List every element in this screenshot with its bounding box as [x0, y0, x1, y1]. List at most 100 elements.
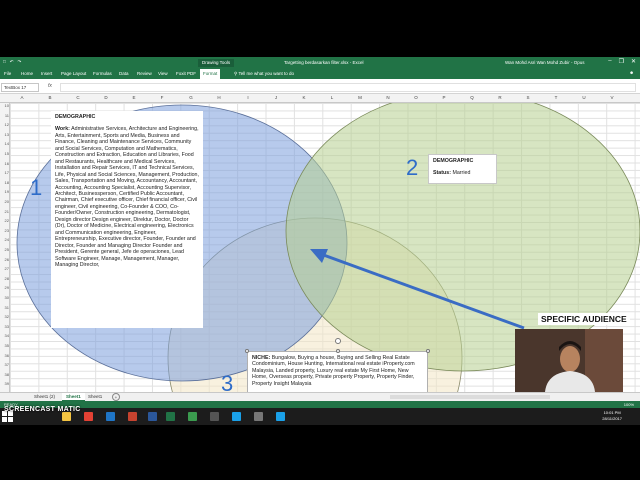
column-header[interactable]: H — [209, 95, 229, 100]
row-header[interactable]: 24 — [0, 237, 9, 242]
row-header[interactable]: 31 — [0, 305, 9, 310]
skype-icon[interactable] — [276, 412, 285, 421]
row-header[interactable]: 25 — [0, 247, 9, 252]
row-header[interactable]: 11 — [0, 113, 9, 118]
skype-icon[interactable] — [232, 412, 241, 421]
column-header[interactable]: D — [96, 95, 116, 100]
row-header[interactable]: 20 — [0, 199, 9, 204]
column-header[interactable]: P — [434, 95, 454, 100]
app-icon[interactable] — [210, 412, 219, 421]
fx-icon[interactable]: fx — [48, 83, 52, 89]
close-icon[interactable]: ✕ — [631, 58, 636, 65]
tab-data[interactable]: Data — [119, 71, 129, 76]
demographic-textbox-2[interactable]: DEMOGRAPHIC Status: Married — [428, 154, 497, 184]
column-header[interactable]: N — [378, 95, 398, 100]
resize-handle[interactable] — [245, 349, 249, 353]
powerpoint-icon[interactable] — [128, 412, 137, 421]
column-header[interactable]: R — [490, 95, 510, 100]
row-header[interactable]: 23 — [0, 228, 9, 233]
row-header[interactable]: 37 — [0, 362, 9, 367]
chrome-icon[interactable] — [84, 412, 93, 421]
column-header[interactable]: M — [350, 95, 370, 100]
resize-handle[interactable] — [426, 349, 430, 353]
niche-textbox[interactable]: NICHE: Bungalow, Buying a house, Buying … — [247, 351, 428, 392]
minimize-icon[interactable]: – — [608, 58, 611, 65]
column-header[interactable]: J — [266, 95, 286, 100]
row-header[interactable]: 13 — [0, 132, 9, 137]
file-explorer-icon[interactable] — [62, 412, 71, 421]
tab-review[interactable]: Review — [137, 71, 152, 76]
restore-icon[interactable]: ❐ — [619, 58, 624, 65]
row-header[interactable]: 15 — [0, 151, 9, 156]
share-button[interactable]: ☻ — [629, 70, 634, 75]
excel-icon[interactable] — [166, 412, 175, 421]
column-header[interactable]: U — [574, 95, 594, 100]
formula-input[interactable] — [60, 83, 636, 92]
row-header[interactable]: 21 — [0, 209, 9, 214]
row-header[interactable]: 34 — [0, 333, 9, 338]
horizontal-scrollbar[interactable] — [390, 395, 550, 399]
row-header[interactable]: 29 — [0, 285, 9, 290]
column-header[interactable]: S — [518, 95, 538, 100]
column-header[interactable]: C — [68, 95, 88, 100]
resize-handle[interactable] — [336, 349, 340, 353]
tab-format[interactable]: Format — [200, 69, 221, 79]
row-header[interactable]: 28 — [0, 276, 9, 281]
add-sheet-icon[interactable]: + — [112, 393, 120, 401]
zoom-level[interactable]: 100% — [624, 402, 634, 407]
word-icon[interactable] — [148, 412, 157, 421]
column-header[interactable]: O — [406, 95, 426, 100]
tab-foxit-pdf[interactable]: Foxit PDF — [176, 71, 196, 76]
row-header[interactable]: 39 — [0, 381, 9, 386]
row-header[interactable]: 30 — [0, 295, 9, 300]
column-header[interactable]: K — [294, 95, 314, 100]
row-header[interactable]: 36 — [0, 353, 9, 358]
column-header[interactable]: F — [152, 95, 172, 100]
worksheet-grid[interactable]: 1 2 3 DEMOGRAPHIC Work: Administrative S… — [10, 103, 640, 392]
app-icon[interactable] — [254, 412, 263, 421]
name-box[interactable]: TextBox 17 — [1, 83, 39, 92]
row-header[interactable]: 10 — [0, 103, 9, 108]
tab-home[interactable]: Home — [21, 71, 33, 76]
tab-file[interactable]: File — [4, 71, 11, 76]
save-icon[interactable]: □ — [3, 59, 6, 65]
row-header[interactable]: 16 — [0, 161, 9, 166]
column-header[interactable]: I — [238, 95, 258, 100]
demographic-textbox-1[interactable]: DEMOGRAPHIC Work: Administrative Service… — [51, 111, 203, 328]
tab-formulas[interactable]: Formulas — [93, 71, 112, 76]
row-header[interactable]: 27 — [0, 266, 9, 271]
row-header[interactable]: 26 — [0, 257, 9, 262]
column-header[interactable]: Q — [462, 95, 482, 100]
column-header[interactable]: V — [602, 95, 622, 100]
tab-view[interactable]: View — [158, 71, 168, 76]
row-header[interactable]: 19 — [0, 189, 9, 194]
tell-me-box[interactable]: ⚲ Tell me what you want to do — [234, 71, 294, 77]
sheet-tab[interactable]: Sheet1 (2) — [30, 393, 59, 401]
row-header[interactable]: 32 — [0, 314, 9, 319]
row-header[interactable]: 38 — [0, 372, 9, 377]
row-header[interactable]: 12 — [0, 122, 9, 127]
edge-icon[interactable] — [106, 412, 115, 421]
column-header[interactable]: T — [546, 95, 566, 100]
row-header[interactable]: 14 — [0, 141, 9, 146]
column-header[interactable]: E — [124, 95, 144, 100]
tab-page-layout[interactable]: Page Layout — [61, 71, 86, 76]
row-header[interactable]: 35 — [0, 343, 9, 348]
rotate-handle-icon[interactable] — [335, 338, 341, 344]
user-name[interactable]: Wan Mohd Asri Wan Mohd Zubir - Opus — [505, 60, 584, 65]
redo-icon[interactable]: ↷ — [18, 59, 22, 65]
tab-insert[interactable]: Insert — [41, 71, 52, 76]
row-header[interactable]: 22 — [0, 218, 9, 223]
row-header[interactable]: 17 — [0, 170, 9, 175]
sheet-tab[interactable]: Sheet1 — [84, 393, 106, 401]
system-clock[interactable]: 10:01 PM 28/11/2017 — [602, 410, 622, 422]
column-header[interactable]: A — [12, 95, 32, 100]
column-header[interactable]: B — [40, 95, 60, 100]
row-header[interactable]: 18 — [0, 180, 9, 185]
column-header[interactable]: L — [322, 95, 342, 100]
undo-icon[interactable]: ↶ — [10, 59, 14, 65]
column-header[interactable]: G — [181, 95, 201, 100]
app-icon[interactable] — [188, 412, 197, 421]
sheet-tab-active[interactable]: Sheet1 — [62, 393, 85, 401]
row-header[interactable]: 33 — [0, 324, 9, 329]
